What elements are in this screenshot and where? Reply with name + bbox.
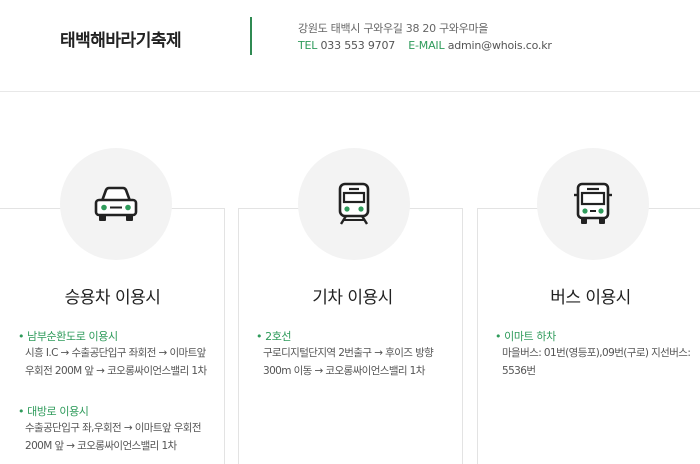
tel-label: TEL	[298, 39, 318, 52]
car-card-title: 승용차 이용시	[64, 288, 161, 308]
header-divider	[250, 17, 252, 55]
train-icon-circle	[298, 148, 410, 260]
site-header: 태백해바라기축제 강원도 태백시 구와우길 38 20 구와우마을 TEL 03…	[0, 0, 700, 92]
site-title[interactable]: 태백해바라기축제	[60, 26, 182, 51]
email-label: E-MAIL	[408, 39, 445, 52]
train-route-line-2: 300m 이동 → 코오롱싸이언스밸리 1차	[263, 365, 425, 377]
train-card-title: 기차 이용시	[312, 288, 393, 308]
car-icon-circle	[60, 148, 172, 260]
train-route-text: 구로디지털단지역 2번출구 → 후이즈 방향 300m 이동 → 코오롱싸이언스…	[263, 344, 434, 380]
contact-line: TEL 033 553 9707 E-MAIL admin@whois.co.k…	[298, 39, 552, 52]
bus-route-heading: 이마트 하차	[495, 328, 556, 344]
bus-route-line-2: 5536번	[502, 365, 536, 377]
train-route-heading: 2호선	[256, 328, 291, 344]
bus-icon-circle	[537, 148, 649, 260]
train-route-line-1: 구로디지털단지역 2번출구 → 후이즈 방향	[263, 347, 434, 359]
bus-card-title: 버스 이용시	[550, 288, 631, 308]
email-address[interactable]: admin@whois.co.kr	[448, 39, 552, 52]
car-route-1-line-1: 시흥 I.C → 수출공단입구 좌회전 → 이마트앞	[25, 347, 206, 359]
bus-icon	[574, 182, 612, 224]
car-route-2-line-2: 200M 앞 → 코오롱싸이언스밸리 1차	[25, 440, 177, 452]
car-route-2-heading: 대방로 이용시	[18, 403, 89, 419]
car-route-1-heading: 남부순환도로 이용시	[18, 328, 118, 344]
train-icon	[338, 182, 370, 225]
bus-route-text: 마을버스: 01번(영등포),09번(구로) 지선버스: 5536번	[502, 344, 691, 380]
car-route-2-line-1: 수출공단입구 좌,우회전 → 이마트앞 우회전	[25, 422, 202, 434]
bus-route-line-1: 마을버스: 01번(영등포),09번(구로) 지선버스:	[502, 347, 691, 359]
car-route-1-text: 시흥 I.C → 수출공단입구 좌회전 → 이마트앞 우회전 200M 앞 → …	[25, 344, 207, 380]
address-text: 강원도 태백시 구와우길 38 20 구와우마을	[298, 22, 489, 35]
car-icon	[94, 186, 138, 221]
car-route-2-text: 수출공단입구 좌,우회전 → 이마트앞 우회전 200M 앞 → 코오롱싸이언스…	[25, 419, 202, 455]
car-route-1-line-2: 우회전 200M 앞 → 코오롱싸이언스밸리 1차	[25, 365, 207, 377]
tel-number: 033 553 9707	[320, 39, 396, 52]
